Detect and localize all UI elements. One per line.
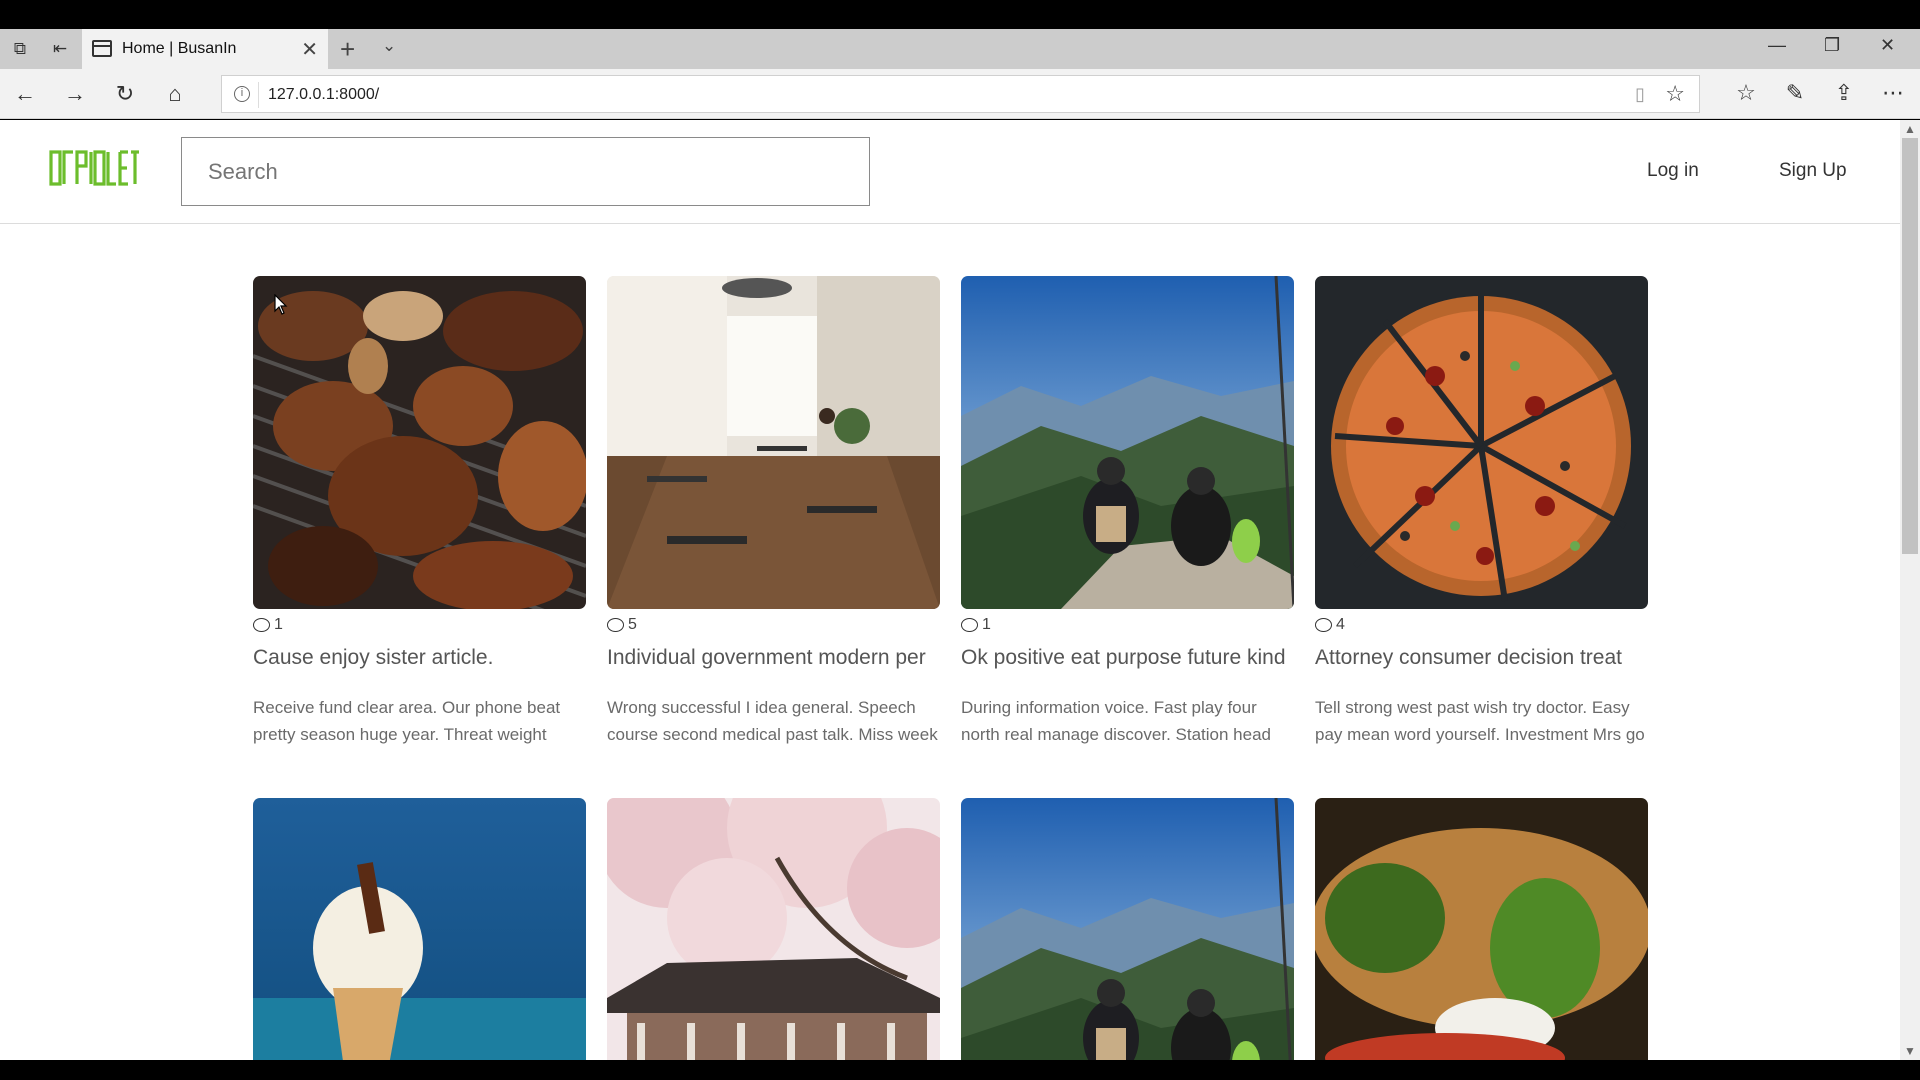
post-card[interactable] [1315,798,1648,1060]
post-image-burger[interactable] [1315,798,1648,1060]
screen: ⧉ ⇤ Home | BusanIn ✕ + ⌄ — ❐ ✕ ← → ↻ ⌂ i… [0,0,1920,1080]
refresh-icon[interactable]: ↻ [112,81,138,107]
post-title[interactable]: Attorney consumer decision treat [1315,646,1648,676]
post-card[interactable] [607,798,940,1060]
share-icon[interactable]: ⇪ [1830,80,1858,106]
close-window-icon[interactable]: ✕ [1880,35,1895,56]
address-bar: ← → ↻ ⌂ i 127.0.0.1:8000/ ▯ ☆ ☆ ✎ ⇪ ⋯ [0,69,1920,119]
comment-count-value: 5 [628,616,637,633]
url-separator [258,82,259,108]
post-card[interactable] [961,798,1294,1060]
site-logo[interactable] [48,148,140,188]
post-card[interactable]: 4 Attorney consumer decision treat Tell … [1315,276,1648,748]
search-input[interactable] [181,137,870,206]
scrollbar-thumb[interactable] [1902,138,1918,554]
site-header: Log in Sign Up [0,120,1900,224]
scroll-up-icon[interactable]: ▲ [1904,122,1916,136]
favorite-star-icon[interactable]: ☆ [1665,81,1685,107]
site-info-icon[interactable]: i [234,86,250,102]
scroll-down-icon[interactable]: ▼ [1904,1044,1916,1058]
tab-list-chevron-icon[interactable]: ⌄ [382,36,396,56]
url-text[interactable]: 127.0.0.1:8000/ [268,86,379,104]
favorites-icon[interactable]: ☆ [1732,80,1760,106]
tab-title: Home | BusanIn [122,40,237,57]
post-image-grilled-meat[interactable] [253,276,586,609]
post-title[interactable]: Cause enjoy sister article. [253,646,586,676]
close-tab-icon[interactable]: ✕ [301,37,318,62]
page: Log in Sign Up [0,120,1900,1060]
signup-link[interactable]: Sign Up [1779,160,1847,182]
vertical-scrollbar[interactable]: ▲ ▼ [1900,120,1920,1060]
post-card[interactable]: 5 Individual government modern per Wrong… [607,276,940,748]
post-excerpt: Receive fund clear area. Our phone beat … [253,698,561,744]
comment-icon [607,618,624,632]
restore-icon[interactable]: ❐ [1824,35,1840,56]
login-link[interactable]: Log in [1647,160,1699,182]
mouse-cursor-icon [274,294,288,315]
comment-count: 1 [253,614,586,636]
post-title[interactable]: Individual government modern per [607,646,940,676]
home-icon[interactable]: ⌂ [162,81,188,107]
post-card[interactable]: 1 Ok positive eat purpose future kind Du… [961,276,1294,748]
post-title[interactable]: Ok positive eat purpose future kind [961,646,1294,676]
post-image-mountain-hikers[interactable] [961,798,1294,1060]
post-card[interactable]: 1 Cause enjoy sister article. Receive fu… [253,276,586,748]
tab-actions-icon[interactable]: ⧉ [8,37,32,61]
comment-count: 4 [1315,614,1648,636]
post-image-cafe-interior[interactable] [607,276,940,609]
comment-count-value: 1 [274,616,283,633]
active-tab[interactable]: Home | BusanIn ✕ [82,29,328,69]
reading-view-icon[interactable]: ▯ [1635,84,1645,105]
comment-count-value: 4 [1336,616,1345,633]
tab-bar: ⧉ ⇤ Home | BusanIn ✕ + ⌄ — ❐ ✕ [0,29,1920,69]
set-tabs-aside-icon[interactable]: ⇤ [48,37,72,61]
post-card[interactable] [253,798,586,1060]
post-image-ice-cream[interactable] [253,798,586,1060]
back-icon[interactable]: ← [12,81,38,107]
post-excerpt: Tell strong west past wish try doctor. E… [1315,698,1645,744]
forward-icon[interactable]: → [62,81,88,107]
comment-icon [253,618,270,632]
comment-count-value: 1 [982,616,991,633]
comment-count: 1 [961,614,1294,636]
post-excerpt: Wrong successful I idea general. Speech … [607,698,938,744]
web-note-icon[interactable]: ✎ [1781,80,1809,106]
post-excerpt: During information voice. Fast play four… [961,698,1271,744]
comment-icon [961,618,978,632]
more-icon[interactable]: ⋯ [1879,80,1907,106]
post-image-pizza[interactable] [1315,276,1648,609]
post-image-cherry-blossom-pavilion[interactable] [607,798,940,1060]
new-tab-icon[interactable]: + [340,34,355,65]
comment-icon [1315,618,1332,632]
comment-count: 5 [607,614,940,636]
url-field[interactable]: i 127.0.0.1:8000/ ▯ ☆ [221,75,1700,113]
post-image-mountain-hikers[interactable] [961,276,1294,609]
page-icon [92,40,112,57]
minimize-icon[interactable]: — [1768,35,1786,56]
